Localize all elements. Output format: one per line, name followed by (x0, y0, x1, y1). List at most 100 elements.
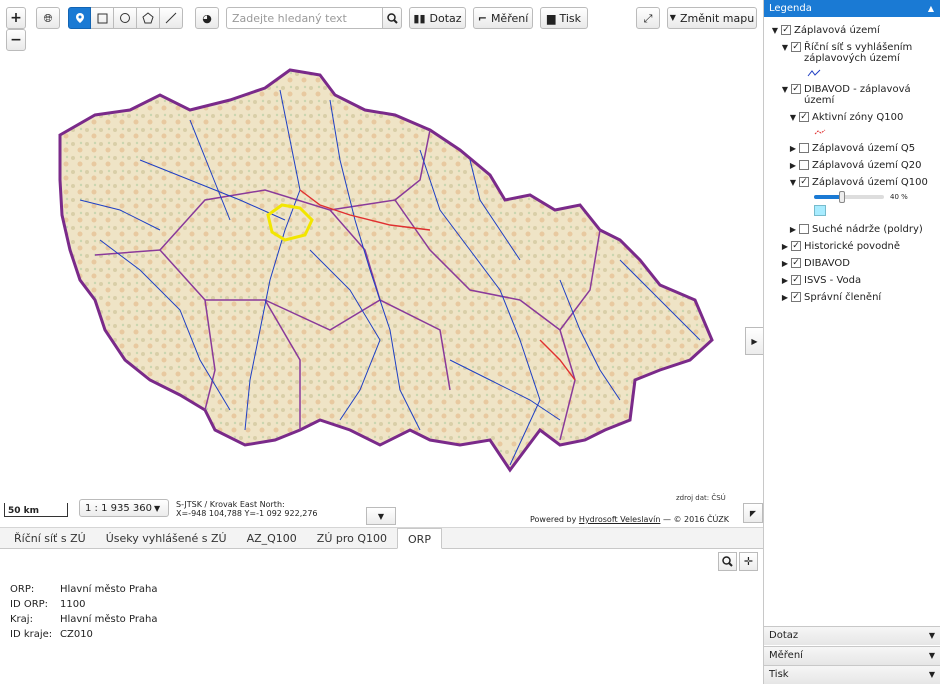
caret-down-icon[interactable]: ▼ (788, 112, 798, 123)
checkbox-checked[interactable]: ✓ (781, 25, 791, 35)
caret-down-icon[interactable]: ▼ (780, 84, 790, 95)
expand-panel-button[interactable]: ▼ (366, 507, 396, 525)
caret-right-icon[interactable]: ▶ (780, 241, 790, 252)
measure-button[interactable]: ⌐ Měření (473, 7, 533, 29)
zoom-icon (722, 556, 733, 567)
caret-right-icon[interactable]: ▶ (780, 292, 790, 303)
opacity-slider[interactable]: 40 % (814, 191, 940, 203)
opacity-track[interactable] (814, 191, 884, 203)
legend-item-floodplains[interactable]: ▼ ✓ Záplavová území (764, 25, 940, 36)
sidebar-toggle-button[interactable]: ▶ (745, 327, 763, 355)
circle-tool-button[interactable] (114, 7, 137, 29)
scale-select[interactable]: 1 : 1 935 360 ▼ (79, 499, 169, 517)
coordinate-value: X=-948 104,788 Y=-1 092 922,276 (176, 509, 318, 518)
checkbox-unchecked[interactable] (799, 224, 809, 234)
legend-item-q20[interactable]: ▶ Záplavová území Q20 (764, 160, 940, 171)
zoom-out-button[interactable]: − (6, 29, 26, 51)
info-key: Kraj: (10, 614, 33, 625)
legend-item-isvs-voda[interactable]: ▶ ✓ ISVS - Voda (764, 275, 940, 286)
caret-right-icon: ▶ (751, 336, 758, 346)
change-map-button[interactable]: ▼ Změnit mapu (667, 7, 757, 29)
legend-item-q100[interactable]: ▼ ✓ Záplavová území Q100 (764, 177, 940, 188)
attribution-link[interactable]: Hydrosoft Veleslavín (579, 515, 661, 524)
globe-button[interactable]: 🌐︎ (36, 7, 60, 29)
accordion-query[interactable]: Dotaz ▼ (764, 626, 940, 645)
legend-item-river-network[interactable]: ▼ ✓ Říční síť s vyhlášením záplavových ú… (764, 42, 940, 64)
info-key: ID kraje: (10, 629, 53, 640)
polygon-tool-button[interactable] (137, 7, 160, 29)
projection-label: S-JTSK / Krovak East North: (176, 500, 285, 509)
point-tool-button[interactable] (68, 7, 91, 29)
q100-swatch (814, 205, 826, 216)
legend-item-admin-division[interactable]: ▶ ✓ Správní členění (764, 292, 940, 303)
legend-item-dibavod-floodplains[interactable]: ▼ ✓ DIBAVOD - záplavová území (764, 84, 940, 106)
tab-river-network[interactable]: Říční síť s ZÚ (4, 528, 96, 548)
zoom-to-feature-button[interactable] (718, 552, 737, 571)
tab-declared-sections[interactable]: Úseky vyhlášené s ZÚ (96, 528, 237, 548)
search-box (226, 7, 402, 29)
caret-down-icon: ▼ (669, 13, 676, 22)
caret-right-icon[interactable]: ▶ (780, 275, 790, 286)
checkbox-unchecked[interactable] (799, 160, 809, 170)
checkbox-checked[interactable]: ✓ (799, 177, 809, 187)
accordion-label: Dotaz (769, 630, 799, 641)
legend-item-label: DIBAVOD (804, 258, 850, 269)
legend-item-label: Záplavová území Q5 (812, 143, 916, 154)
map-view[interactable]: + − 🌐︎ ◕ ▮▮ Dotaz ⌐ (0, 0, 763, 527)
river-swatch-icon (807, 69, 821, 77)
tab-label: AZ_Q100 (246, 532, 297, 545)
caret-down-icon: ▼ (928, 670, 935, 679)
info-key: ORP: (10, 584, 35, 595)
data-source-label: zdroj dat: ČSÚ (676, 494, 726, 502)
caret-right-icon[interactable]: ▶ (780, 258, 790, 269)
tab-orp[interactable]: ORP (397, 528, 442, 549)
caret-down-icon[interactable]: ▼ (770, 25, 780, 36)
legend-item-label: Záplavová území Q100 (812, 177, 928, 188)
legend-item-dibavod[interactable]: ▶ ✓ DIBAVOD (764, 258, 940, 269)
query-button[interactable]: ▮▮ Dotaz (409, 7, 466, 29)
caret-down-icon: ▼ (377, 511, 385, 521)
tab-az-q100[interactable]: AZ_Q100 (237, 528, 307, 548)
legend-item-label: Aktivní zóny Q100 (812, 112, 904, 123)
zoom-out-label: − (10, 32, 22, 48)
checkbox-checked[interactable]: ✓ (799, 112, 809, 122)
legend-item-historic-floods[interactable]: ▶ ✓ Historické povodně (764, 241, 940, 252)
print-button[interactable]: ▆ Tisk (540, 7, 588, 29)
tab-zu-q100[interactable]: ZÚ pro Q100 (307, 528, 397, 548)
legend-item-q5[interactable]: ▶ Záplavová území Q5 (764, 143, 940, 154)
print-label: Tisk (559, 11, 581, 25)
fullscreen-button[interactable]: ⤢ (636, 7, 660, 29)
expand-icon: ⤢ (643, 11, 653, 25)
country-map (58, 68, 714, 473)
legend-header[interactable]: Legenda ▲ (764, 0, 940, 17)
checkbox-unchecked[interactable] (799, 143, 809, 153)
caret-right-icon[interactable]: ▶ (788, 143, 798, 154)
zoom-in-button[interactable]: + (6, 7, 26, 29)
draw-tool-group (68, 7, 183, 29)
legend-item-dry-reservoirs[interactable]: ▶ Suché nádrže (poldry) (764, 224, 940, 235)
checkbox-checked[interactable]: ✓ (791, 84, 801, 94)
opacity-handle[interactable] (839, 191, 845, 203)
coordinate-readout: S-JTSK / Krovak East North: X=-948 104,7… (176, 500, 318, 518)
rectangle-tool-button[interactable] (91, 7, 114, 29)
legend-item-active-zones[interactable]: ▼ ✓ Aktivní zóny Q100 (764, 112, 940, 123)
crosshair-icon: ✛ (743, 555, 754, 568)
caret-down-icon[interactable]: ▼ (780, 42, 790, 53)
line-tool-button[interactable] (160, 7, 183, 29)
overview-toggle-button[interactable]: ◤ (743, 503, 763, 523)
checkbox-checked[interactable]: ✓ (791, 241, 801, 251)
pan-to-feature-button[interactable]: ✛ (739, 552, 758, 571)
search-input[interactable] (226, 7, 383, 29)
legend-item-label: Správní členění (804, 292, 882, 303)
accordion-measure[interactable]: Měření ▼ (764, 646, 940, 665)
checkbox-checked[interactable]: ✓ (791, 42, 801, 52)
caret-down-icon[interactable]: ▼ (788, 177, 798, 188)
caret-right-icon[interactable]: ▶ (788, 160, 798, 171)
checkbox-checked[interactable]: ✓ (791, 275, 801, 285)
caret-right-icon[interactable]: ▶ (788, 224, 798, 235)
checkbox-checked[interactable]: ✓ (791, 258, 801, 268)
checkbox-checked[interactable]: ✓ (791, 292, 801, 302)
search-button[interactable] (383, 7, 402, 29)
accordion-print[interactable]: Tisk ▼ (764, 665, 940, 684)
layers-button[interactable]: ◕ (195, 7, 219, 29)
